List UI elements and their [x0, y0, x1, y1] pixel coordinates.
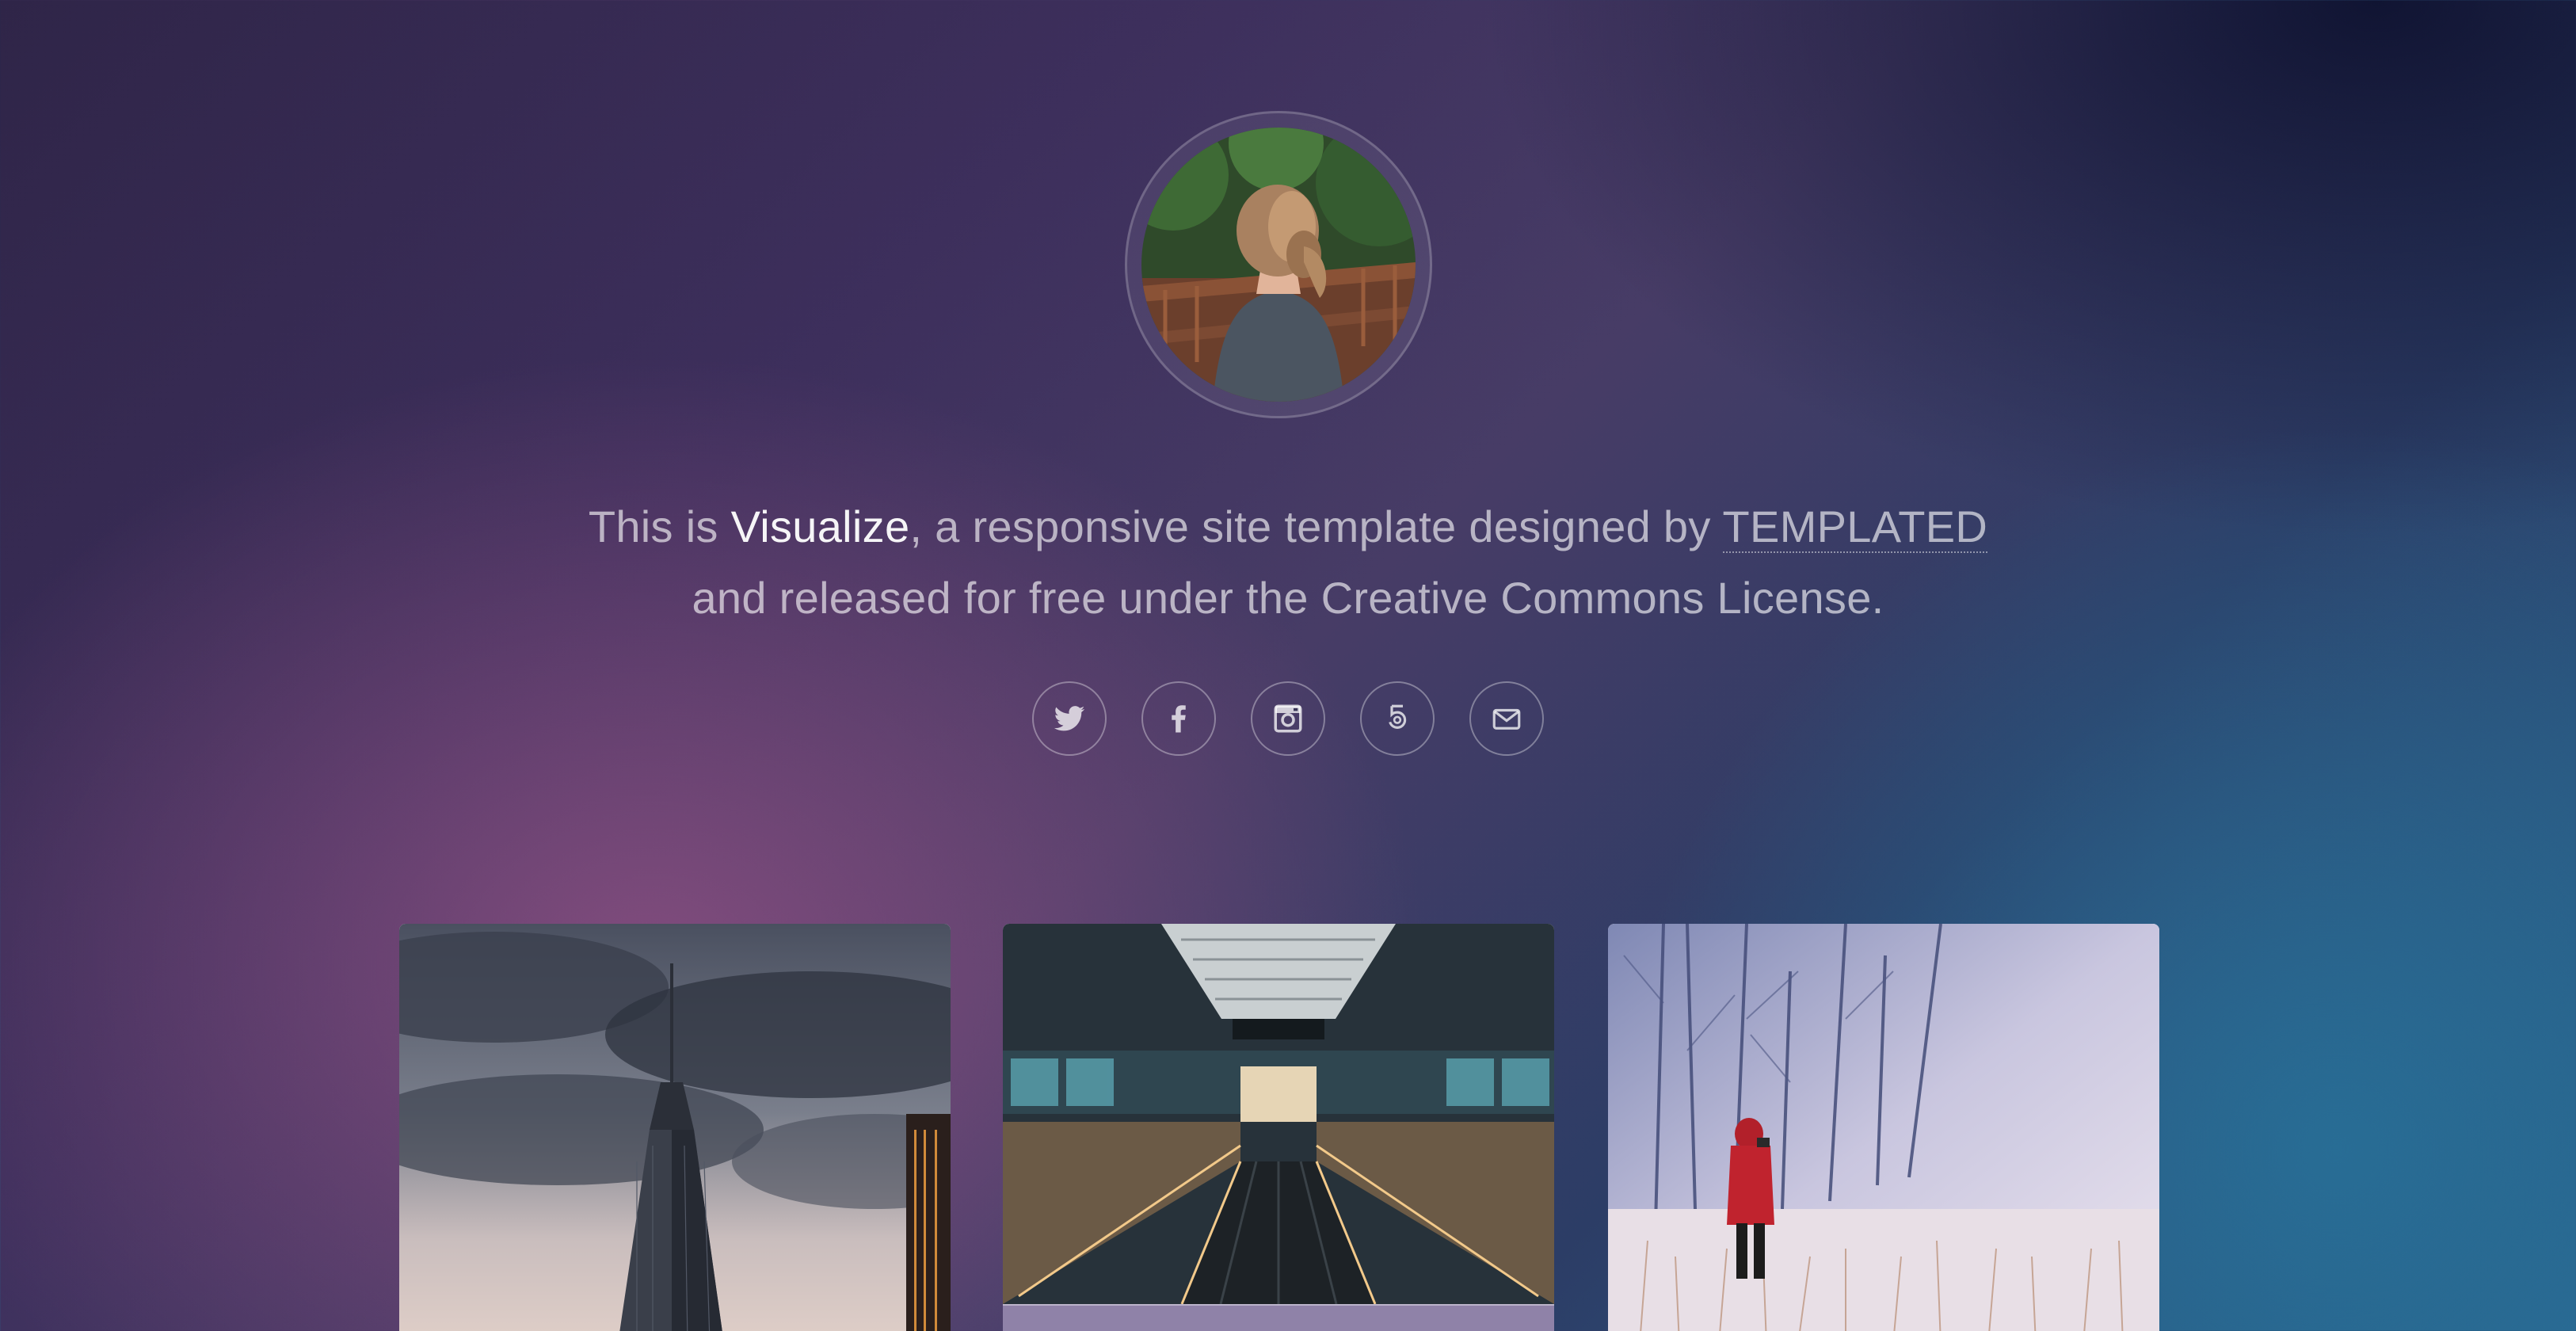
twitter-icon: [1054, 706, 1085, 731]
intro-line-1: This is Visualize, a responsive site tem…: [496, 491, 2080, 563]
500px-button[interactable]: [1360, 681, 1435, 756]
intro-text: This is Visualize, a responsive site tem…: [496, 491, 2080, 634]
gallery-card-escalator[interactable]: [1003, 924, 1554, 1331]
snow-image: [1608, 924, 2159, 1331]
intro-line-2: and released for free under the Creative…: [692, 573, 1884, 623]
envelope-icon: [1492, 708, 1521, 730]
escalator-image: [1003, 924, 1554, 1304]
email-button[interactable]: [1469, 681, 1544, 756]
skyscraper-image: [399, 924, 951, 1331]
social-icons: [0, 681, 2576, 756]
avatar-image: [1141, 128, 1416, 402]
facebook-button[interactable]: [1141, 681, 1216, 756]
instagram-button[interactable]: [1251, 681, 1325, 756]
instagram-icon: [1274, 704, 1302, 733]
500px-icon: [1389, 704, 1407, 729]
twitter-button[interactable]: [1032, 681, 1107, 756]
avatar: [1141, 128, 1416, 402]
facebook-icon: [1172, 705, 1186, 733]
intro-middle: , a responsive site template designed by: [909, 502, 1723, 551]
card-caption-strip: [1003, 1304, 1554, 1331]
gallery-card-skyscraper[interactable]: [399, 924, 951, 1331]
brand-name: Visualize: [730, 502, 910, 551]
templated-link[interactable]: TEMPLATED: [1722, 502, 1988, 553]
intro-prefix: This is: [588, 502, 731, 551]
gallery-card-snow[interactable]: [1608, 924, 2159, 1331]
avatar-ring: [1125, 111, 1432, 418]
